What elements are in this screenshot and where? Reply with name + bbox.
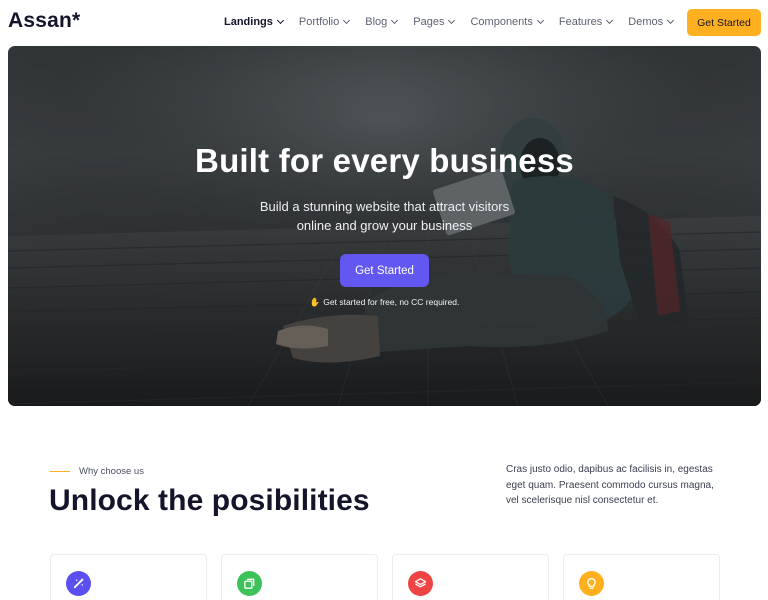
feature-card[interactable] — [563, 554, 720, 600]
magic-wand-icon — [66, 571, 91, 596]
hero-note-text: Get started for free, no CC required. — [323, 297, 460, 307]
section-description: Cras justo odio, dapibus ac facilisis in… — [506, 464, 714, 506]
nav-get-started-button[interactable]: Get Started — [687, 9, 761, 36]
chevron-down-icon — [667, 16, 675, 25]
menu-item-label: Pages — [413, 16, 445, 28]
feature-card[interactable] — [221, 554, 378, 600]
menu-item-features[interactable]: Features — [558, 16, 614, 28]
menu-item-components[interactable]: Components — [470, 16, 544, 28]
eyebrow-line — [50, 470, 70, 473]
hero-get-started-button[interactable]: Get Started — [340, 254, 429, 287]
menu-item-label: Landings — [224, 16, 273, 28]
navbar: Assan* Landings Portfolio Blog Pages Com… — [0, 0, 768, 44]
section-title: Unlock the posibilities — [49, 484, 370, 517]
chevron-down-icon — [276, 16, 284, 25]
chevron-down-icon — [448, 16, 456, 25]
menu-item-label: Blog — [365, 16, 388, 28]
brand-logo[interactable]: Assan* — [8, 9, 80, 33]
hero-note: ✋ Get started for free, no CC required. — [8, 297, 761, 308]
chevron-down-icon — [536, 16, 544, 25]
copy-icon — [237, 571, 262, 596]
menu-item-portfolio[interactable]: Portfolio — [298, 16, 351, 28]
hero-subtitle: Build a stunning website that attract vi… — [259, 199, 510, 233]
main-menu: Landings Portfolio Blog Pages Components… — [224, 16, 689, 28]
hero-title: Built for every business — [195, 142, 574, 179]
feature-card[interactable] — [392, 554, 549, 600]
eyebrow-text: Why choose us — [79, 466, 144, 477]
menu-item-blog[interactable]: Blog — [365, 16, 399, 28]
menu-item-demos[interactable]: Demos — [628, 16, 675, 28]
hand-icon: ✋ — [309, 297, 321, 307]
feature-card[interactable] — [50, 554, 207, 600]
menu-item-label: Demos — [628, 16, 664, 28]
menu-item-label: Portfolio — [298, 16, 340, 28]
menu-item-landings[interactable]: Landings — [224, 16, 284, 28]
menu-item-label: Components — [470, 16, 533, 28]
chevron-down-icon — [391, 16, 399, 25]
section-eyebrow: Why choose us — [50, 466, 144, 477]
hero-section: Built for every business Build a stunnin… — [8, 46, 761, 406]
menu-item-label: Features — [558, 16, 603, 28]
chevron-down-icon — [606, 16, 614, 25]
menu-item-pages[interactable]: Pages — [413, 16, 456, 28]
layers-icon — [408, 571, 433, 596]
lightbulb-icon — [579, 571, 604, 596]
chevron-down-icon — [343, 16, 351, 25]
